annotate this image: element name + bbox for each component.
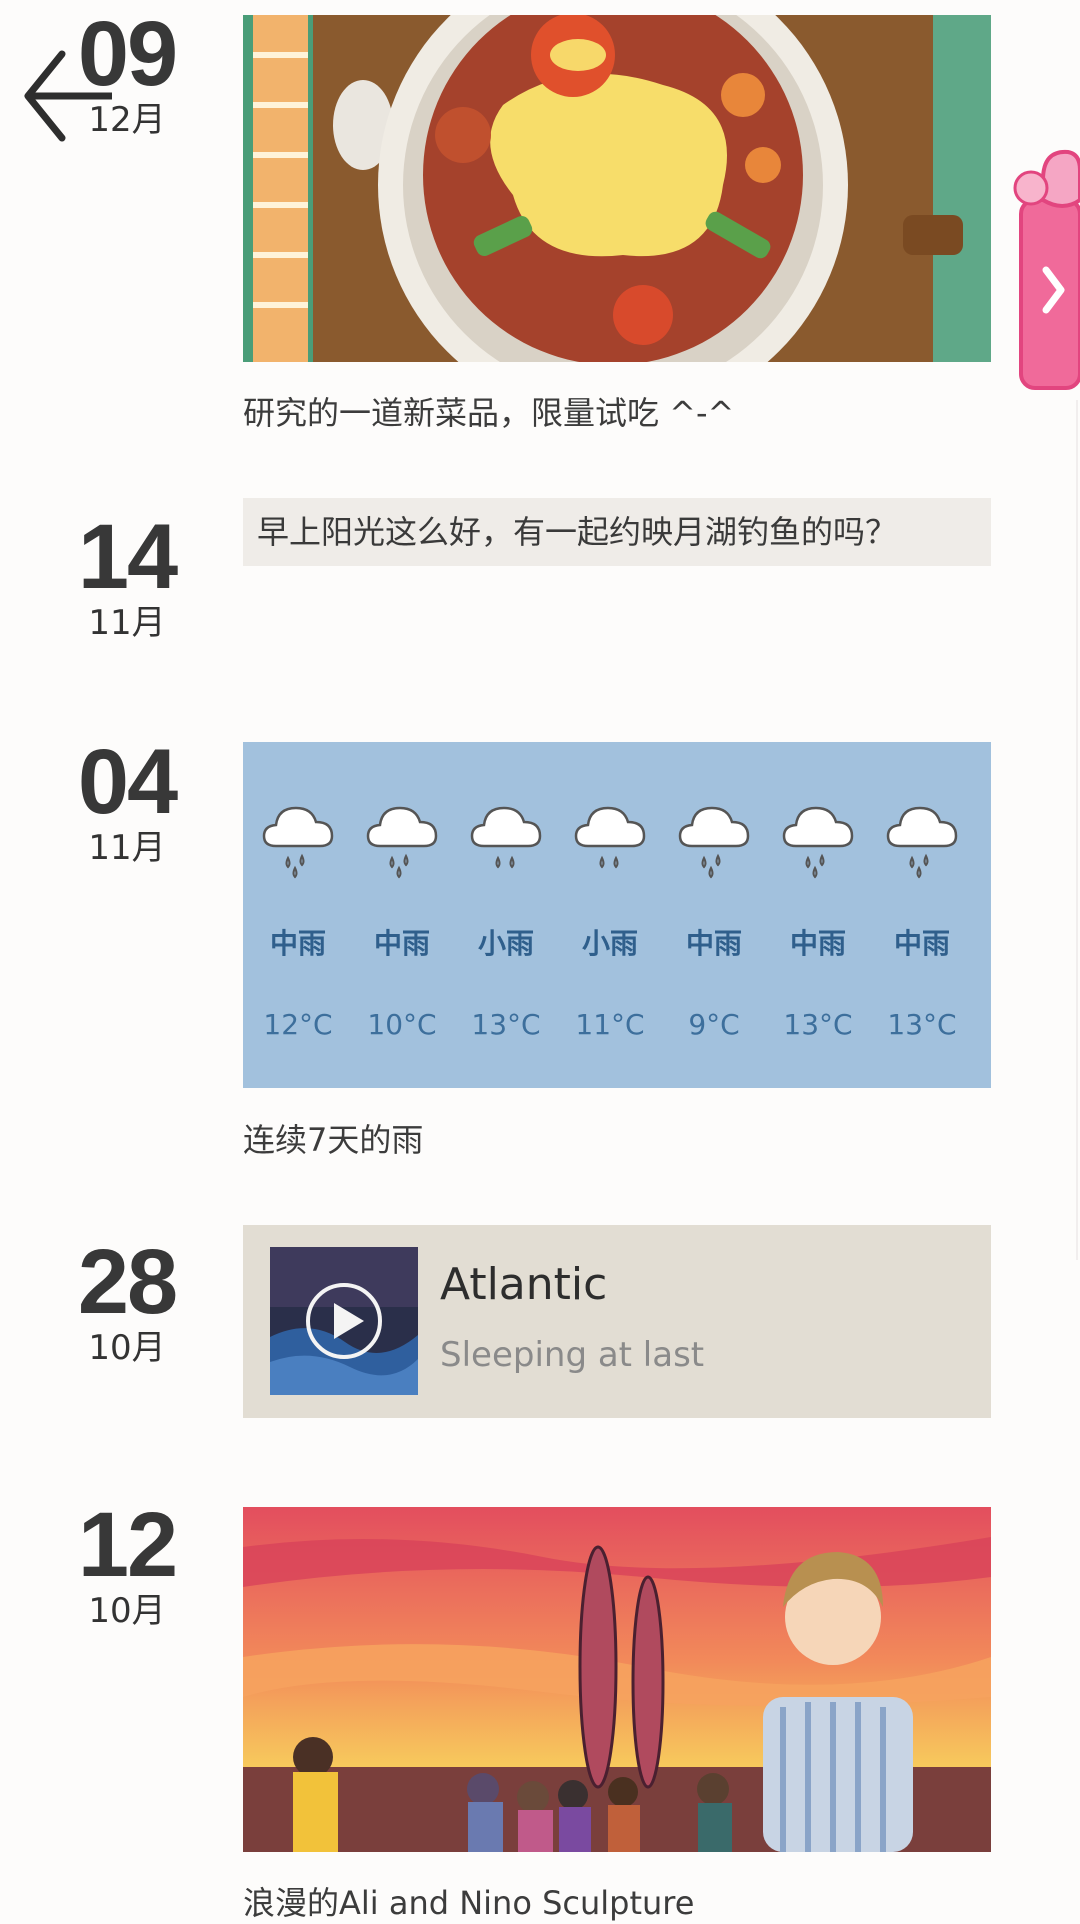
post-date: 04 11月 — [72, 731, 182, 870]
song-title: Atlantic — [440, 1259, 608, 1310]
weather-temp: 12°C — [263, 1008, 333, 1041]
post-image-dish[interactable] — [243, 15, 991, 362]
rain-cloud-icon — [782, 806, 854, 879]
weather-condition: 中雨 — [893, 927, 950, 960]
heart-chevron-right-icon[interactable] — [1013, 140, 1080, 390]
weather-condition: 中雨 — [269, 927, 326, 960]
album-cover — [270, 1247, 418, 1395]
weather-temp: 11°C — [575, 1008, 645, 1041]
music-card[interactable]: Atlantic Sleeping at last — [243, 1225, 991, 1418]
post-date: 14 11月 — [72, 506, 182, 645]
rain-cloud-icon — [574, 806, 646, 869]
rain-cloud-icon — [262, 806, 334, 879]
date-month: 11月 — [88, 828, 166, 868]
weather-day: 小雨 13°C — [456, 742, 556, 1088]
date-month: 10月 — [88, 1591, 166, 1631]
post-date: 12 10月 — [72, 1494, 182, 1633]
weather-temp: 9°C — [688, 1008, 740, 1041]
post-date: 28 10月 — [72, 1231, 182, 1370]
weather-day: 中雨 9°C — [664, 742, 764, 1088]
date-month: 10月 — [88, 1328, 166, 1368]
weather-day: 小雨 11°C — [560, 742, 660, 1088]
date-day: 14 — [77, 506, 178, 608]
rain-cloud-icon — [366, 806, 438, 879]
date-day: 04 — [77, 731, 178, 833]
weather-temp: 13°C — [783, 1008, 853, 1041]
rain-cloud-icon — [886, 806, 958, 879]
weather-condition: 中雨 — [373, 927, 430, 960]
post-date: 09 12月 — [72, 3, 182, 142]
post-caption: 研究的一道新菜品，限量试吃 ^-^ — [243, 394, 735, 432]
weather-condition: 小雨 — [581, 927, 638, 960]
weather-day: 中雨 13°C — [768, 742, 868, 1088]
rain-cloud-icon — [678, 806, 750, 879]
weather-temp: 10°C — [367, 1008, 437, 1041]
weather-day: 中雨 10°C — [352, 742, 452, 1088]
weather-condition: 小雨 — [477, 927, 534, 960]
weather-day: 中雨 12°C — [248, 742, 348, 1088]
rain-cloud-icon — [470, 806, 542, 869]
weather-forecast-card[interactable]: 中雨 12°C 中雨 10°C 小雨 13°C 小雨 11°C 中雨 9°C 中… — [243, 742, 991, 1088]
post-image-sculpture[interactable] — [243, 1507, 991, 1852]
post-caption: 浪漫的Ali and Nino Sculpture — [243, 1884, 695, 1922]
weather-condition: 中雨 — [789, 927, 846, 960]
date-month: 11月 — [88, 603, 166, 643]
weather-day: 中雨 13°C — [872, 742, 972, 1088]
weather-condition: 中雨 — [685, 927, 742, 960]
date-day: 09 — [77, 3, 178, 105]
scrollbar-track — [1076, 400, 1078, 1260]
weather-temp: 13°C — [887, 1008, 957, 1041]
date-day: 28 — [77, 1231, 178, 1333]
post-caption: 连续7天的雨 — [243, 1121, 424, 1159]
weather-temp: 13°C — [471, 1008, 541, 1041]
date-month: 12月 — [88, 100, 166, 140]
song-artist: Sleeping at last — [440, 1335, 705, 1375]
date-day: 12 — [77, 1494, 178, 1596]
post-text[interactable]: 早上阳光这么好，有一起约映月湖钓鱼的吗？ — [243, 498, 991, 566]
